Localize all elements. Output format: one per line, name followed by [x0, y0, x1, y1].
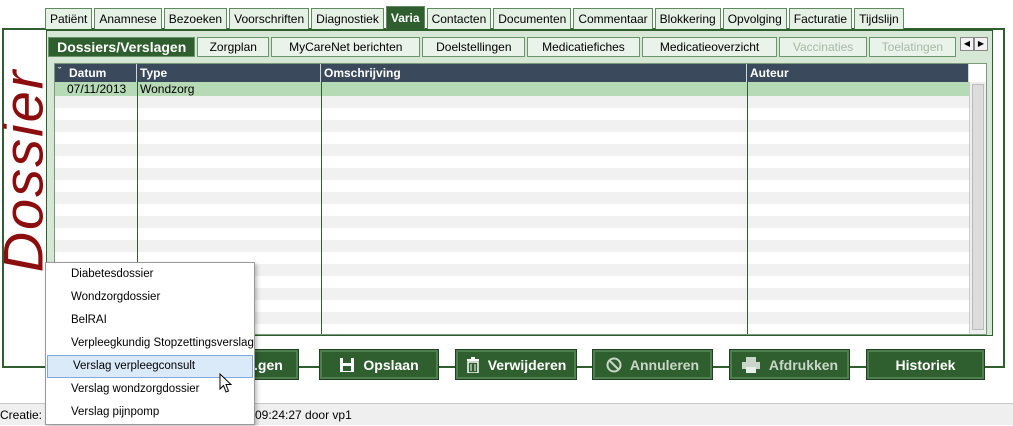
empty-row [55, 180, 969, 192]
cancel-icon [606, 357, 622, 372]
column-auteur[interactable]: Auteur [747, 64, 969, 82]
empty-row [55, 156, 969, 168]
column-type[interactable]: Type [137, 64, 321, 82]
scrollbar-thumb[interactable] [972, 84, 984, 330]
empty-row [55, 192, 969, 204]
table-row[interactable]: 07/11/2013 Wondzorg [55, 82, 969, 96]
empty-row [55, 132, 969, 144]
subtab-mycarenet[interactable]: MyCareNet berichten [271, 37, 421, 57]
column-datum[interactable]: ˇ Datum [55, 64, 137, 82]
afdrukken-button: Afdrukken [729, 349, 850, 380]
subtab-vaccinaties: Vaccinaties [779, 37, 867, 57]
annuleren-button-label: Annuleren [629, 356, 700, 373]
tab-patient[interactable]: Patiënt [45, 8, 93, 29]
printer-icon [741, 356, 760, 373]
trash-icon [466, 356, 479, 373]
tab-varia[interactable]: Varia [385, 6, 425, 29]
menu-item-verslag-pijnpomp[interactable]: Verslag pijnpomp [46, 401, 254, 424]
afdrukken-button-label: Afdrukken [768, 356, 839, 373]
subtab-dossiers-verslagen[interactable]: Dossiers/Verslagen [48, 37, 196, 57]
menu-item-diabetesdossier[interactable]: Diabetesdossier [46, 263, 254, 286]
subtab-doelstellingen[interactable]: Doelstellingen [422, 37, 526, 57]
sub-tab-bar: Dossiers/Verslagen Zorgplan MyCareNet be… [48, 37, 958, 57]
empty-row [55, 228, 969, 240]
verwijderen-button-label: Verwijderen [487, 356, 567, 373]
sort-desc-icon: ˇ [58, 66, 61, 76]
empty-row [55, 216, 969, 228]
tab-voorschriften[interactable]: Voorschriften [229, 8, 310, 29]
tab-bezoeken[interactable]: Bezoeken [163, 8, 228, 29]
table-header: ˇ Datum Type Omschrijving Auteur [55, 64, 969, 82]
subtab-zorgplan[interactable]: Zorgplan [197, 37, 270, 57]
opslaan-button[interactable]: Opslaan [319, 349, 439, 380]
tab-opvolging[interactable]: Opvolging [722, 8, 787, 29]
historiek-button[interactable]: Historiek [866, 349, 985, 380]
menu-item-belrai[interactable]: BelRAI [46, 309, 254, 332]
tab-diagnostiek[interactable]: Diagnostiek [311, 8, 384, 29]
tab-scroll-left-icon[interactable]: ◀ [960, 37, 974, 51]
historiek-button-label: Historiek [895, 356, 956, 373]
cell-datum: 07/11/2013 [67, 82, 127, 96]
tab-commentaar[interactable]: Commentaar [573, 8, 653, 29]
tab-scroll-right-icon[interactable]: ▶ [974, 37, 988, 51]
tab-blokkering[interactable]: Blokkering [654, 8, 721, 29]
mouse-cursor-icon [219, 373, 233, 393]
tab-tijdslijn[interactable]: Tijdslijn [854, 8, 904, 29]
empty-row [55, 144, 969, 156]
floppy-icon [340, 357, 355, 372]
menu-item-wondzorgdossier[interactable]: Wondzorgdossier [46, 286, 254, 309]
tab-contacten[interactable]: Contacten [426, 8, 492, 29]
new-dossier-popup-menu: Diabetesdossier Wondzorgdossier BelRAI V… [45, 262, 255, 425]
annuleren-button: Annuleren [592, 349, 713, 380]
tab-scroll-buttons: ◀ ▶ [960, 37, 988, 51]
main-tab-bar: Patiënt Anamnese Bezoeken Voorschriften … [45, 6, 906, 29]
column-omschrijving[interactable]: Omschrijving [321, 64, 747, 82]
subtab-toelatingen: Toelatingen [868, 37, 956, 57]
empty-row [55, 168, 969, 180]
empty-row [55, 240, 969, 252]
subtab-medicatiefiches[interactable]: Medicatiefiches [527, 37, 640, 57]
tab-facturatie[interactable]: Facturatie [788, 8, 853, 29]
tab-anamnese[interactable]: Anamnese [94, 8, 162, 29]
cell-type: Wondzorg [140, 82, 195, 96]
empty-row [55, 108, 969, 120]
menu-item-stopzettingsverslag[interactable]: Verpleegkundig Stopzettingsverslag [46, 332, 254, 355]
empty-row [55, 204, 969, 216]
opslaan-button-label: Opslaan [363, 356, 419, 373]
empty-row [55, 120, 969, 132]
table-vertical-scrollbar[interactable] [969, 82, 986, 334]
empty-row [55, 96, 969, 108]
status-modified: 09:24:27 door vp1 [255, 408, 352, 422]
side-title-text: Dossier [3, 68, 43, 272]
verwijderen-button[interactable]: Verwijderen [455, 349, 577, 380]
subtab-medicatieoverzicht[interactable]: Medicatieoverzicht [641, 37, 778, 57]
tab-documenten[interactable]: Documenten [493, 8, 572, 29]
side-title: Dossier [3, 40, 43, 300]
